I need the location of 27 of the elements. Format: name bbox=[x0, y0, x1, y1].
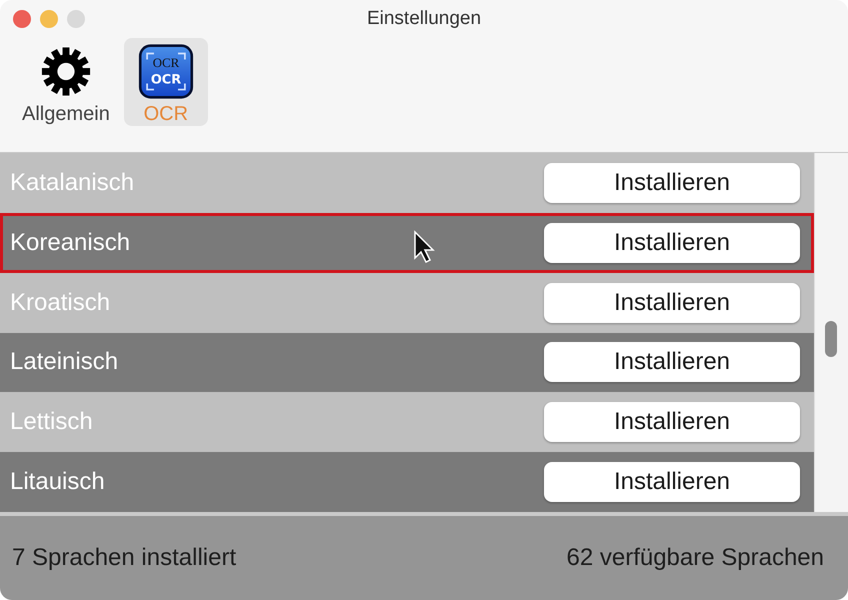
language-name: Lettisch bbox=[10, 408, 93, 436]
window-title: Einstellungen bbox=[366, 8, 482, 29]
installed-count: 7 Sprachen installiert bbox=[12, 544, 236, 572]
available-count: 62 verfügbare Sprachen bbox=[566, 544, 824, 572]
language-name: Katalanisch bbox=[10, 168, 134, 197]
scrollbar-thumb[interactable] bbox=[825, 321, 837, 357]
install-button[interactable]: Installieren bbox=[544, 282, 800, 323]
close-button[interactable] bbox=[13, 10, 31, 28]
toolbar-tab[interactable]: OCR OCR OCR bbox=[124, 38, 208, 126]
install-button[interactable]: Installieren bbox=[544, 462, 800, 502]
language-row[interactable]: Lettisch Installieren bbox=[0, 392, 814, 452]
language-row[interactable]: Katalanisch Installieren bbox=[0, 153, 814, 213]
install-button[interactable]: Installieren bbox=[544, 162, 800, 203]
language-name: Lateinisch bbox=[10, 348, 118, 376]
language-name: Kroatisch bbox=[10, 288, 110, 317]
language-row[interactable]: Litauisch Installieren bbox=[0, 452, 814, 512]
language-name: Litauisch bbox=[10, 468, 105, 496]
language-row[interactable]: Koreanisch Installieren bbox=[0, 212, 814, 273]
install-button[interactable]: Installieren bbox=[544, 342, 800, 382]
install-button[interactable]: Installieren bbox=[544, 222, 800, 263]
minimize-button[interactable] bbox=[40, 10, 58, 28]
language-row[interactable]: Lateinisch Installieren bbox=[0, 332, 814, 392]
language-name: Koreanisch bbox=[10, 228, 130, 257]
pointer-cursor-icon bbox=[413, 230, 435, 264]
install-button[interactable]: Installieren bbox=[544, 402, 800, 442]
toolbar-tab[interactable]: Allgemein bbox=[12, 38, 120, 126]
language-row[interactable]: Kroatisch Installieren bbox=[0, 272, 814, 332]
